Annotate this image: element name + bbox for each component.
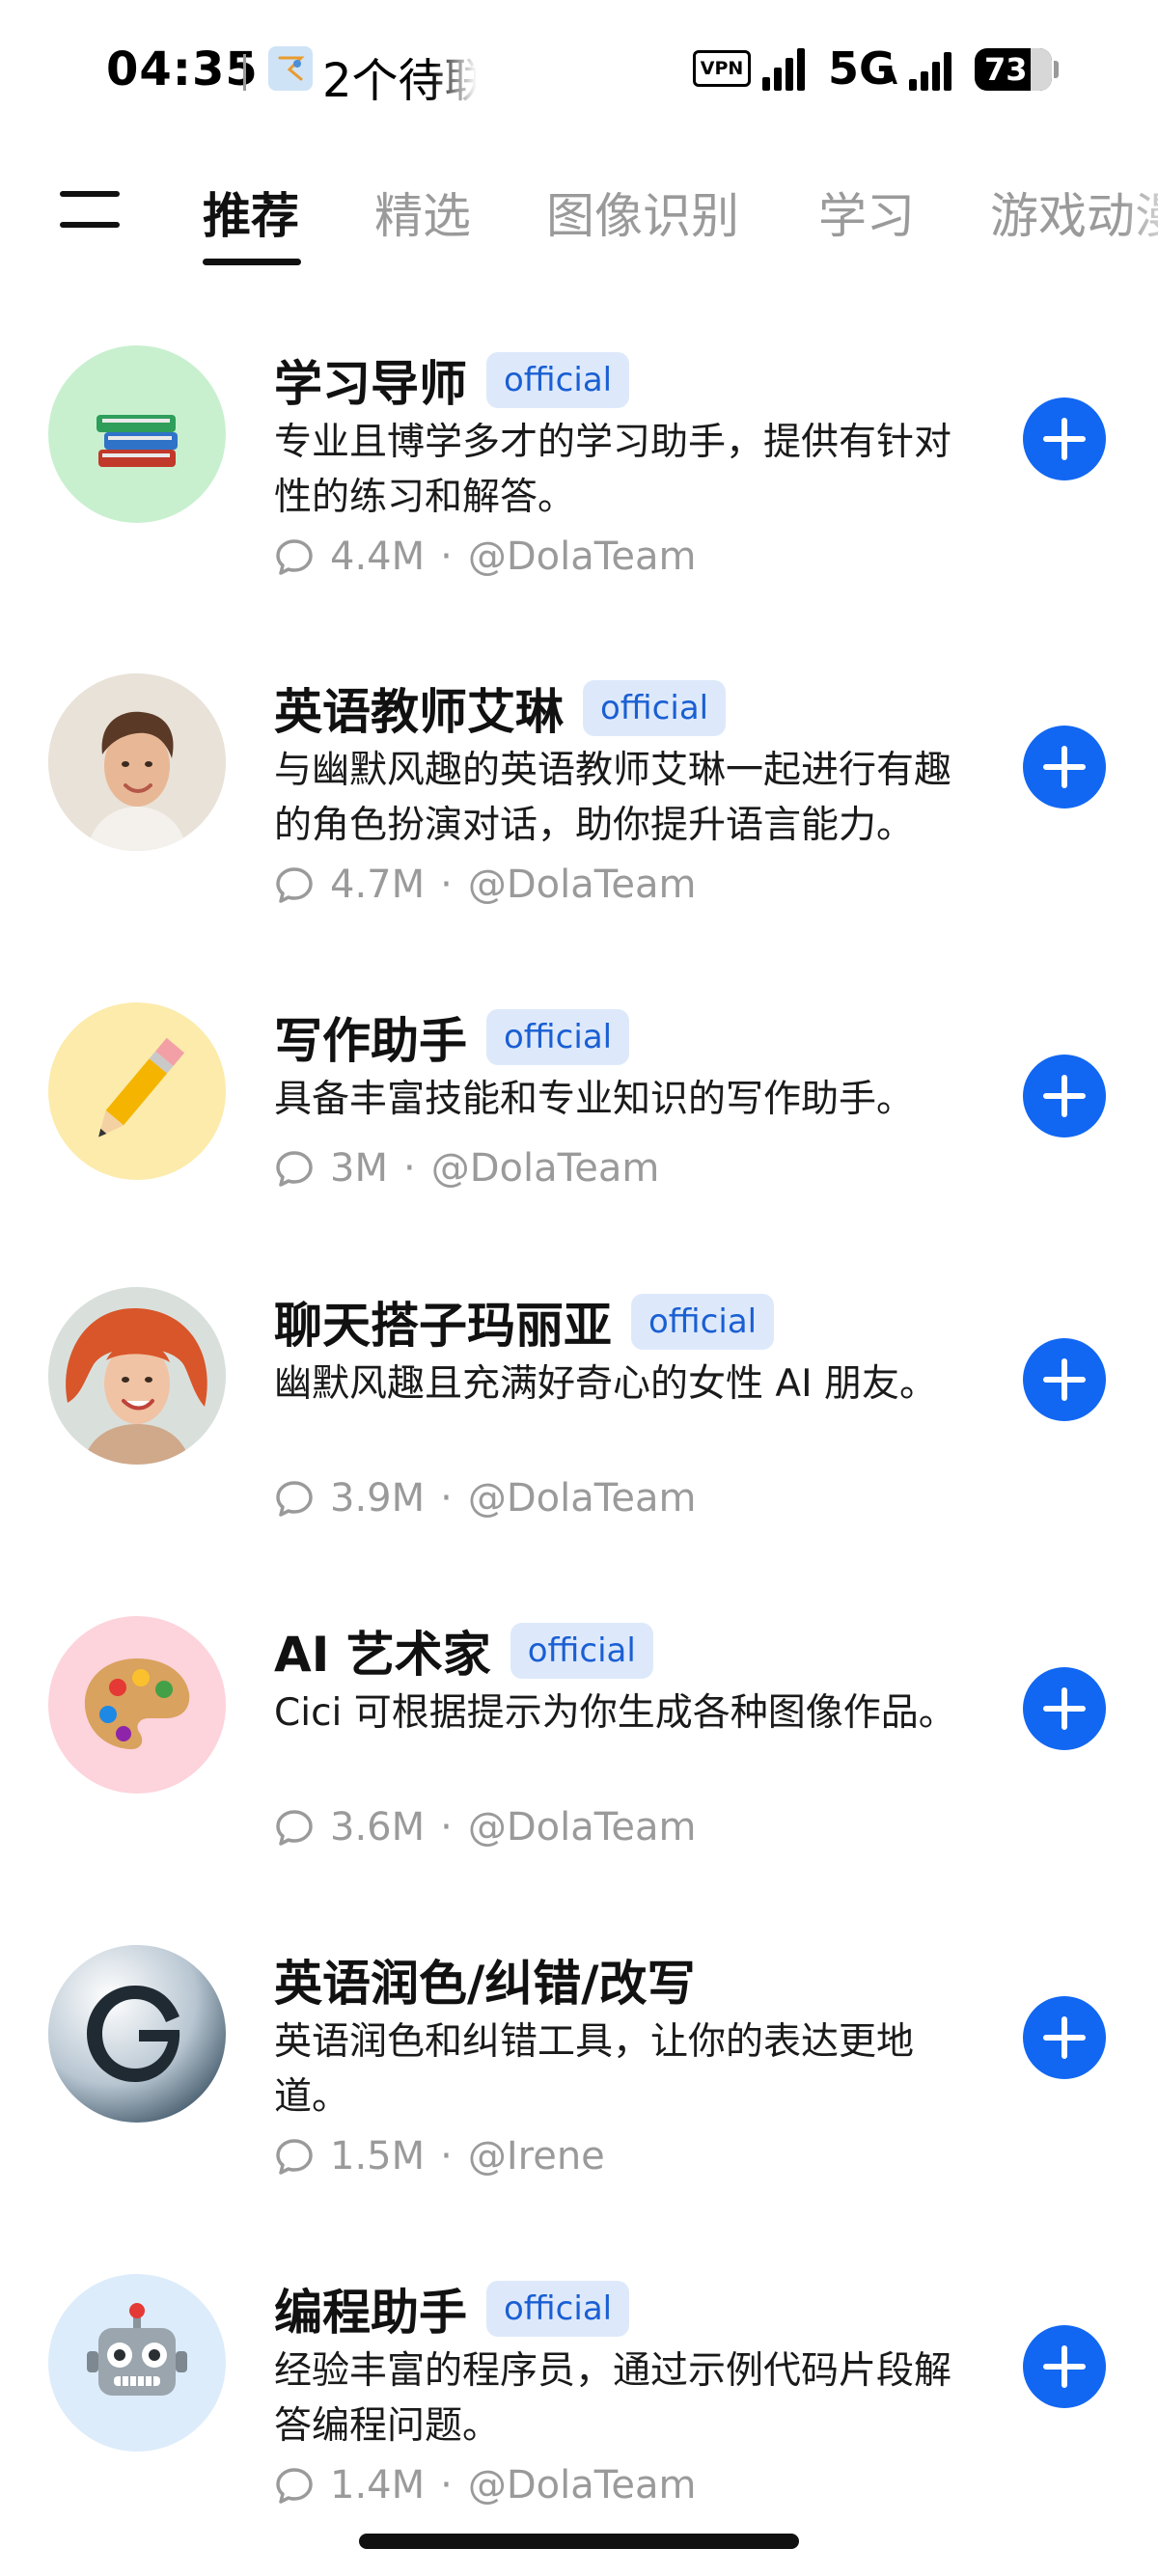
bot-title-row: 学习导师 official [274,345,630,415]
teacher-portrait [48,673,226,851]
bot-name: 写作助手 [274,1013,467,1069]
meta-separator: · [440,534,453,579]
official-badge: official [631,1294,775,1350]
chat-bubble-icon [274,1478,315,1519]
g-logo-icon [48,1945,226,2123]
active-tab-indicator [203,259,301,265]
add-bot-button[interactable] [1023,397,1106,480]
category-tab-bar: 推荐 精选 图像识别 学习 游戏动漫 [0,164,1158,280]
bot-description: 英语润色和纠错工具，让你的表达更地道。 [274,2020,915,2119]
bot-meta: 4.4M · @DolaTeam [274,534,696,579]
bot-meta: 4.7M · @DolaTeam [274,863,696,907]
status-bar: 04:35 2个待联 VPN 5G A 73 [0,0,1158,145]
bot-title-row: 编程助手 official [274,2274,630,2343]
status-divider [243,54,246,91]
official-badge: official [583,680,727,736]
add-bot-button[interactable] [1023,1338,1106,1421]
palette-icon [48,1616,226,1794]
meta-separator: · [440,1805,453,1850]
chat-count: 3M [330,1146,388,1191]
bot-description: 专业且博学多才的学习助手，提供有针对性的练习和解答。 [274,421,952,519]
chat-bubble-icon [274,536,315,577]
bot-description: 幽默风趣且充满好奇心的女性 AI 朋友。 [274,1362,937,1406]
notification-text: 2个待联 [322,54,477,108]
battery-tip [1054,61,1059,78]
bot-title-row: 写作助手 official [274,1002,630,1072]
tab-image-recognition[interactable]: 图像识别 [546,178,739,247]
chat-count: 1.5M [330,2134,426,2179]
bot-name: 聊天搭子玛丽亚 [274,1298,612,1354]
chat-count: 3.9M [330,1476,426,1521]
notification-app-icon [268,46,313,91]
battery-level: 73 [984,51,1028,88]
books-icon [48,345,226,523]
chat-count: 4.7M [330,863,426,907]
add-bot-button[interactable] [1023,2325,1106,2408]
bot-title-row: 英语教师艾琳 official [274,673,727,743]
bot-name: 编程助手 [274,2285,467,2341]
add-bot-button[interactable] [1023,1055,1106,1137]
status-time: 04:35 [106,42,259,96]
bot-author[interactable]: @DolaTeam [468,863,697,907]
official-badge: official [510,1623,653,1679]
bot-meta: 1.5M · @Irene [274,2134,605,2179]
maria-portrait [48,1287,226,1465]
meta-separator: · [402,1146,416,1191]
official-badge: official [486,352,630,408]
chat-bubble-icon [274,2465,315,2506]
robot-icon [48,2274,226,2452]
chat-bubble-icon [274,864,315,905]
bot-author[interactable]: @DolaTeam [431,1146,660,1191]
official-badge: official [486,2281,630,2337]
signal-strength-icon [762,48,811,91]
network-subtype: A [881,66,898,90]
bot-name: 英语教师艾琳 [274,684,564,740]
tab-recommended[interactable]: 推荐 [203,178,299,247]
vpn-icon: VPN [693,50,751,87]
official-badge: official [486,1009,630,1065]
meta-separator: · [440,1476,453,1521]
chat-bubble-icon [274,1807,315,1848]
bot-description: 经验丰富的程序员，通过示例代码片段解答编程问题。 [274,2349,952,2448]
chat-count: 4.4M [330,534,426,579]
bot-author[interactable]: @DolaTeam [468,1805,697,1850]
bot-meta: 3.9M · @DolaTeam [274,1476,696,1521]
pencil-icon [48,1002,226,1180]
meta-separator: · [440,863,453,907]
add-bot-button[interactable] [1023,1667,1106,1750]
meta-separator: · [440,2463,453,2507]
bot-meta: 1.4M · @DolaTeam [274,2463,696,2507]
meta-separator: · [440,2134,453,2179]
bot-author[interactable]: @DolaTeam [468,534,697,579]
chat-count: 1.4M [330,2463,426,2507]
home-indicator[interactable] [359,2534,799,2549]
tab-featured[interactable]: 精选 [374,178,471,247]
tab-games-anime[interactable]: 游戏动漫 [990,178,1158,247]
bot-name: 英语润色/纠错/改写 [274,1956,696,2012]
tab-learning[interactable]: 学习 [818,178,915,247]
chat-bubble-icon [274,2136,315,2177]
chat-bubble-icon [274,1148,315,1189]
bot-author[interactable]: @DolaTeam [468,1476,697,1521]
chat-count: 3.6M [330,1805,426,1850]
bot-title-row: AI 艺术家 official [274,1616,653,1685]
signal-strength-secondary-icon [909,48,957,91]
add-bot-button[interactable] [1023,1996,1106,2079]
bot-description: 与幽默风趣的英语教师艾琳一起进行有趣的角色扮演对话，助你提升语言能力。 [274,749,952,847]
bot-author[interactable]: @DolaTeam [468,2463,697,2507]
bot-name: 学习导师 [274,356,467,412]
bot-title-row: 聊天搭子玛丽亚 official [274,1287,775,1357]
battery-icon: 73 [975,48,1052,91]
bot-author[interactable]: @Irene [468,2134,605,2179]
bot-meta: 3M · @DolaTeam [274,1146,659,1191]
add-bot-button[interactable] [1023,726,1106,808]
bot-title-row: 英语润色/纠错/改写 [274,1945,696,2014]
bot-description: Cici 可根据提示为你生成各种图像作品。 [274,1691,956,1735]
bot-description: 具备丰富技能和专业知识的写作助手。 [274,1078,915,1121]
menu-icon[interactable] [60,187,120,232]
bot-name: AI 艺术家 [274,1627,491,1683]
bot-meta: 3.6M · @DolaTeam [274,1805,696,1850]
